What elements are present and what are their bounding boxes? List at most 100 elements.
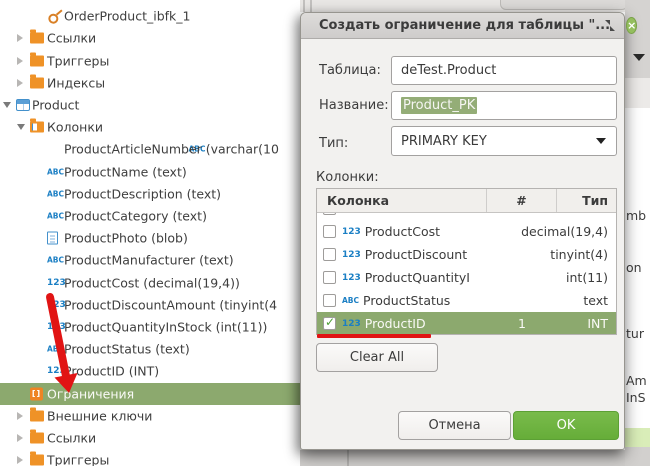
tree-item[interactable]: ProductCost (decimal(19,4)) [0,272,300,294]
tree-item-label: ProductName (text) [64,164,187,179]
tree-item[interactable]: ProductCategory (text) [0,205,300,227]
close-icon[interactable]: × [626,17,637,34]
123-icon [47,278,66,288]
column-ordinal: 1 [487,316,557,331]
column-name: ProductManufacturer [363,213,487,216]
background-toolbar-sliver [280,0,650,12]
tree-item[interactable]: Триггеры [0,449,300,466]
column-checkbox[interactable] [323,248,336,261]
folder-columns-icon [30,122,44,133]
123-icon [342,250,361,260]
type-dropdown[interactable]: PRIMARY KEY [391,126,617,156]
tree-item[interactable]: Внешние ключи [0,405,300,427]
tree-item[interactable]: Колонки [0,116,300,138]
ok-button[interactable]: OK [513,411,619,440]
expander-icon[interactable] [17,434,23,442]
dialog-title: Создать ограничение для таблицы "... [319,18,610,33]
database-object-tree[interactable]: Внешние ключи OrderProduct_ibfk_1 Ссылки… [0,0,300,466]
clear-all-button[interactable]: Clear All [316,343,438,372]
chevron-down-icon [633,54,645,61]
folder-icon [30,55,44,66]
tree-item[interactable]: ProductManufacturer (text) [0,249,300,271]
tree-item[interactable]: Триггеры [0,50,300,72]
background-panel-sliver [625,447,650,466]
tree-item[interactable]: ProductArticleNumber (varchar(10 [0,138,300,160]
tree-item[interactable]: Индексы [0,72,300,94]
expander-icon[interactable] [3,102,11,108]
column-header-name[interactable]: Колонка [317,189,487,212]
tree-item-label: ProductID (INT) [64,364,159,379]
tree-item-label: Ограничения [47,386,134,401]
expander-icon[interactable] [17,456,23,464]
constraint-icon [30,387,43,400]
tree-item[interactable]: ProductDescription (text) [0,183,300,205]
key-icon [44,5,67,28]
chevron-down-icon [596,138,606,144]
tree-item[interactable]: ProductQuantityInStock (int(11)) [0,316,300,338]
tree-item-label: Ссылки [47,31,96,46]
cancel-button[interactable]: Отмена [398,411,511,440]
dialog-titlebar[interactable]: Создать ограничение для таблицы "... × [301,13,624,39]
folder-icon [30,455,44,466]
tree-item[interactable]: Ссылки [0,27,300,49]
tree-item[interactable]: ProductStatus (text) [0,338,300,360]
columns-grid-row[interactable]: ProductManufacturer text [317,213,616,220]
abc-icon [47,189,64,198]
column-name: ProductStatus [363,293,450,308]
column-checkbox[interactable] [323,271,336,284]
expander-icon[interactable] [17,79,23,87]
columns-grid: Колонка # Тип ProductManufacturer text P… [316,188,617,335]
column-header-ordinal[interactable]: # [487,189,557,212]
tree-item[interactable]: ProductName (text) [0,161,300,183]
table-field-label: Таблица: [319,63,381,78]
background-divider [347,450,349,466]
columns-grid-row[interactable]: ProductDiscount tinyint(4) [317,243,616,266]
column-name: ProductCost [365,224,440,239]
folder-icon [30,410,44,421]
tree-item[interactable]: Ограничения [0,383,300,405]
column-checkbox[interactable] [323,213,336,215]
folder-icon [30,433,44,444]
tree-item-label: Триггеры [47,53,109,68]
background-text-fragment: InS [626,390,646,405]
tree-item-label: ProductDescription (text) [64,186,221,201]
columns-grid-row[interactable]: ProductCost decimal(19,4) [317,220,616,243]
blob-icon [47,232,58,245]
expander-icon[interactable] [17,57,23,65]
column-checkbox[interactable] [323,225,336,238]
column-type: text [557,293,616,308]
expander-icon[interactable] [17,34,23,42]
tree-item[interactable]: ProductDiscountAmount (tinyint(4 [0,294,300,316]
tree-item-label: ProductPhoto (blob) [64,231,188,246]
expander-icon[interactable] [17,124,25,130]
tree-item-label: ProductCost (decimal(19,4)) [64,275,240,290]
background-bottom-sliver [300,450,625,466]
name-field[interactable]: Product_PK [391,91,617,120]
columns-grid-row[interactable]: ProductQuantityI int(11) [317,266,616,289]
column-name: ProductID [365,316,426,331]
column-checkbox[interactable] [323,294,336,307]
tree-item-label: ProductCategory (text) [64,209,207,224]
create-constraint-dialog: Создать ограничение для таблицы "... × Т… [300,12,625,450]
columns-grid-row[interactable]: ProductStatus text [317,289,616,312]
table-field[interactable]: deTest.Product [391,56,617,85]
tree-item[interactable]: Product [0,94,300,116]
tree-item-label: ProductArticleNumber (varchar(10 [64,142,279,157]
column-header-type[interactable]: Тип [557,189,616,212]
background-highlight-sliver [625,428,650,447]
column-checkbox[interactable] [323,317,336,330]
background-right-panel: mb on tur Am InS [625,0,650,466]
tree-item-label: OrderProduct_ibfk_1 [64,9,190,24]
abc-icon [47,256,64,265]
column-type: text [557,213,616,216]
expander-icon[interactable] [17,412,23,420]
columns-grid-row[interactable]: ProductID 1 INT [317,312,616,335]
tree-item[interactable]: ProductPhoto (blob) [0,227,300,249]
tree-item[interactable]: ProductID (INT) [0,360,300,382]
columns-grid-header: Колонка # Тип [317,189,616,213]
123-icon [342,273,361,283]
abc-icon [47,212,64,221]
tree-item[interactable]: OrderProduct_ibfk_1 [0,5,300,27]
tree-item[interactable]: Ссылки [0,427,300,449]
background-divider [310,0,312,12]
